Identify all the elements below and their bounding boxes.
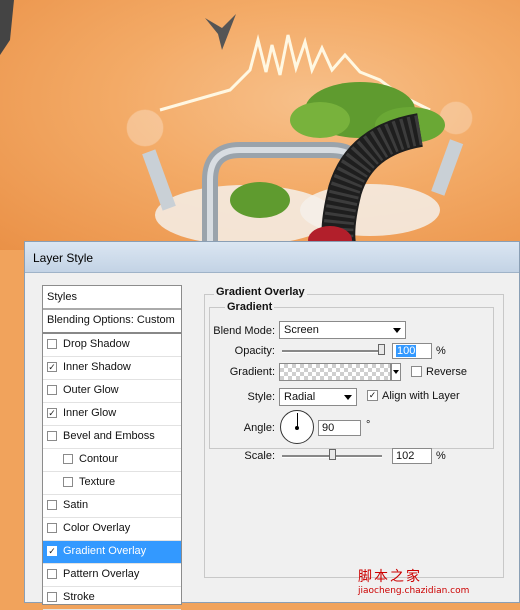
layer-style-dialog: Layer Style Styles Blending Options: Cus…: [24, 241, 520, 610]
style-item-drop-shadow[interactable]: Drop Shadow: [43, 334, 181, 357]
angle-unit: °: [366, 419, 371, 431]
scale-unit: %: [436, 450, 446, 462]
style-item-label: Drop Shadow: [63, 338, 130, 350]
style-list: Styles Blending Options: Custom Drop Sha…: [42, 285, 182, 610]
style-item-label: Satin: [63, 499, 89, 511]
blending-options-item[interactable]: Blending Options: Custom: [43, 310, 181, 334]
style-item-inner-shadow[interactable]: ✓ Inner Shadow: [43, 357, 181, 380]
panel-title: Gradient Overlay: [214, 286, 307, 298]
dialog-title: Layer Style: [33, 251, 94, 265]
style-select[interactable]: Radial: [279, 388, 357, 406]
opacity-input[interactable]: 100: [392, 343, 432, 359]
style-item-label: Inner Glow: [63, 407, 117, 419]
angle-label: Angle:: [243, 422, 275, 434]
canvas-artwork: [0, 0, 520, 250]
style-item-checkbox[interactable]: [47, 592, 57, 602]
blending-options-label: Blending Options: Custom: [47, 314, 175, 326]
style-items: Drop Shadow ✓ Inner Shadow Outer Glow ✓ Inner…: [43, 334, 181, 610]
style-item-checkbox[interactable]: ✓: [47, 408, 57, 418]
chevron-down-icon: [393, 328, 401, 333]
style-item-texture[interactable]: Texture: [43, 472, 181, 495]
style-item-checkbox[interactable]: [47, 569, 57, 579]
artwork-illustration: [0, 0, 473, 250]
reverse-label: Reverse: [426, 366, 467, 378]
scale-label: Scale:: [244, 450, 275, 462]
opacity-slider[interactable]: [282, 350, 382, 353]
style-item-bevel-and-emboss[interactable]: Bevel and Emboss: [43, 426, 181, 449]
style-item-checkbox[interactable]: [47, 523, 57, 533]
style-item-label: Stroke: [63, 591, 95, 603]
style-item-label: Outer Glow: [63, 384, 119, 396]
style-item-label: Contour: [79, 453, 119, 465]
style-item-label: Gradient Overlay: [63, 545, 147, 557]
style-item-label: Texture: [79, 476, 116, 488]
styles-header-label: Styles: [47, 291, 77, 303]
style-item-pattern-overlay[interactable]: Pattern Overlay: [43, 564, 181, 587]
dialog-titlebar[interactable]: Layer Style: [25, 242, 519, 273]
style-item-checkbox[interactable]: [47, 385, 57, 395]
gradient-swatch[interactable]: [279, 363, 391, 381]
gradient-label: Gradient:: [229, 366, 275, 378]
style-item-stroke[interactable]: Stroke: [43, 587, 181, 610]
reverse-checkbox[interactable]: [411, 366, 422, 377]
scale-slider-thumb[interactable]: [329, 449, 336, 460]
angle-dial[interactable]: [280, 410, 314, 444]
opacity-unit: %: [436, 345, 446, 357]
styles-header[interactable]: Styles: [43, 286, 181, 310]
style-item-checkbox[interactable]: ✓: [47, 362, 57, 372]
style-item-contour[interactable]: Contour: [43, 449, 181, 472]
style-label: Style:: [247, 391, 275, 403]
style-item-label: Color Overlay: [63, 522, 131, 534]
style-item-outer-glow[interactable]: Outer Glow: [43, 380, 181, 403]
angle-value: 90: [322, 422, 335, 434]
opacity-label: Opacity:: [234, 345, 275, 357]
angle-input[interactable]: 90: [318, 420, 361, 436]
style-item-inner-glow[interactable]: ✓ Inner Glow: [43, 403, 181, 426]
align-with-layer-checkbox[interactable]: ✓: [367, 390, 378, 401]
style-item-checkbox[interactable]: ✓: [47, 546, 57, 556]
style-item-label: Inner Shadow: [63, 361, 131, 373]
style-item-checkbox[interactable]: [63, 454, 73, 464]
style-item-label: Bevel and Emboss: [63, 430, 155, 442]
align-with-layer-label: Align with Layer: [382, 390, 460, 402]
style-value: Radial: [284, 391, 316, 403]
scale-input[interactable]: 102: [392, 448, 432, 464]
watermark-url: jiaocheng.chazidian.com: [358, 586, 470, 596]
opacity-value: 100: [396, 345, 417, 357]
blend-mode-label: Blend Mode:: [213, 325, 275, 337]
opacity-slider-thumb[interactable]: [378, 344, 385, 355]
style-item-checkbox[interactable]: [47, 500, 57, 510]
chevron-down-icon: [344, 395, 352, 400]
watermark-logo: 脚本之家: [358, 569, 422, 585]
style-item-checkbox[interactable]: [47, 431, 57, 441]
gradient-dropdown-arrow[interactable]: [391, 363, 401, 381]
style-item-checkbox[interactable]: [63, 477, 73, 487]
gradient-group-title: Gradient: [225, 301, 275, 313]
scale-value: 102: [396, 450, 415, 462]
style-item-label: Pattern Overlay: [63, 568, 140, 580]
style-item-satin[interactable]: Satin: [43, 495, 181, 518]
style-item-gradient-overlay[interactable]: ✓ Gradient Overlay: [43, 541, 181, 564]
style-item-checkbox[interactable]: [47, 339, 57, 349]
blend-mode-value: Screen: [284, 324, 319, 336]
angle-center-icon: [295, 426, 299, 430]
blend-mode-select[interactable]: Screen: [279, 321, 406, 339]
style-item-color-overlay[interactable]: Color Overlay: [43, 518, 181, 541]
